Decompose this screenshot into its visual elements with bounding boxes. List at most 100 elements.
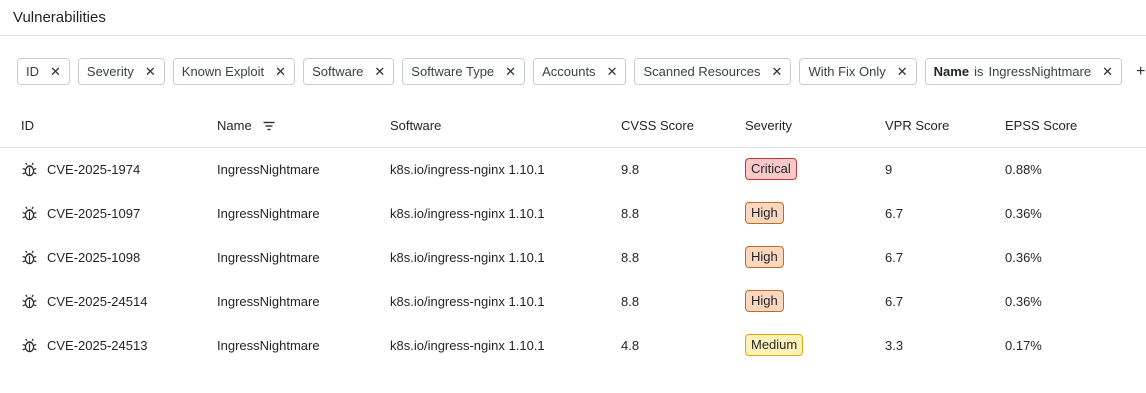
cve-id[interactable]: CVE-2025-1098	[47, 250, 140, 265]
cell-epss: 0.17%	[1005, 337, 1042, 353]
bug-icon	[22, 206, 37, 220]
table-header-row: ID Name Software CVSS Score Severity VPR…	[0, 104, 1146, 147]
table-body: CVE-2025-1974 IngressNightmare k8s.io/ingr…	[0, 147, 1146, 367]
cell-id: CVE-2025-1974	[0, 147, 217, 191]
filter-key: Name	[933, 64, 970, 79]
cell-severity: High	[745, 279, 885, 323]
cell-name: IngressNightmare	[217, 249, 320, 265]
cell-epss: 0.36%	[1005, 249, 1042, 265]
bug-icon	[22, 250, 37, 264]
cve-id[interactable]: CVE-2025-24513	[47, 338, 147, 353]
close-icon[interactable]: ✕	[505, 65, 516, 78]
cell-name: IngressNightmare	[217, 205, 320, 221]
close-icon[interactable]: ✕	[897, 65, 908, 78]
close-icon[interactable]: ✕	[1102, 65, 1113, 78]
cell-vpr: 9	[885, 161, 893, 177]
severity-badge: Medium	[745, 334, 804, 356]
filter-chip-label: With Fix Only	[808, 64, 886, 79]
severity-badge: High	[745, 290, 784, 312]
cell-id: CVE-2025-24514	[0, 279, 217, 323]
column-header-id[interactable]: ID	[0, 104, 217, 147]
cell-vpr: 6.7	[885, 205, 904, 221]
column-header-name-label: Name	[217, 117, 252, 133]
cell-cvss: 8.8	[621, 293, 640, 309]
filter-chip[interactable]: Accounts ✕	[533, 58, 627, 85]
cell-vpr: 3.3	[885, 337, 904, 353]
filter-chip[interactable]: Scanned Resources ✕	[634, 58, 792, 85]
cell-cvss: 9.8	[621, 161, 640, 177]
page-header: Vulnerabilities	[0, 0, 1146, 36]
close-icon[interactable]: ✕	[145, 65, 156, 78]
close-icon[interactable]: ✕	[772, 65, 783, 78]
cell-severity: High	[745, 191, 885, 235]
cve-id[interactable]: CVE-2025-24514	[47, 294, 147, 309]
plus-icon[interactable]: +	[1136, 63, 1145, 81]
cell-cvss: 4.8	[621, 337, 640, 353]
table-row[interactable]: CVE-2025-1097 IngressNightmare k8s.io/ingr…	[0, 191, 1146, 235]
severity-badge: High	[745, 202, 784, 224]
cell-epss: 0.36%	[1005, 293, 1042, 309]
cell-software: k8s.io/ingress-nginx 1.10.1	[390, 337, 545, 353]
filter-chip[interactable]: ID ✕	[17, 58, 70, 85]
cell-cvss: 8.8	[621, 205, 640, 221]
cell-software: k8s.io/ingress-nginx 1.10.1	[390, 293, 545, 309]
filter-chip[interactable]: With Fix Only ✕	[799, 58, 917, 85]
cell-name: IngressNightmare	[217, 161, 320, 177]
filter-chip[interactable]: Software ✕	[303, 58, 395, 85]
filter-chip-label: Software	[312, 64, 364, 79]
vulnerabilities-table: ID Name Software CVSS Score Severity VPR…	[0, 104, 1146, 367]
column-header-cvss[interactable]: CVSS Score	[621, 104, 745, 147]
bug-icon	[22, 294, 37, 308]
filter-chip-label: Known Exploit	[181, 64, 265, 79]
cell-id: CVE-2025-1097	[0, 191, 217, 235]
cell-id: CVE-2025-1098	[0, 235, 217, 279]
column-header-vpr[interactable]: VPR Score	[885, 104, 1005, 147]
cell-vpr: 6.7	[885, 249, 904, 265]
cve-id[interactable]: CVE-2025-1097	[47, 206, 140, 221]
table-row[interactable]: CVE-2025-1974 IngressNightmare k8s.io/ingr…	[0, 147, 1146, 191]
cell-cvss: 8.8	[621, 249, 640, 265]
close-icon[interactable]: ✕	[374, 65, 385, 78]
bug-icon	[22, 162, 37, 177]
cell-vpr: 6.7	[885, 293, 904, 309]
filter-chip-label: Scanned Resources	[643, 64, 761, 79]
cell-name: IngressNightmare	[217, 293, 320, 309]
bug-icon	[22, 338, 37, 352]
filter-operator: is	[974, 64, 984, 79]
cell-software: k8s.io/ingress-nginx 1.10.1	[390, 249, 545, 265]
filter-chip-label: Severity	[86, 64, 134, 79]
column-header-name[interactable]: Name	[217, 104, 390, 147]
close-icon[interactable]: ✕	[275, 65, 286, 78]
page-title: Vulnerabilities	[13, 9, 106, 26]
filter-bar: ID ✕ Severity ✕ Known Exploit ✕ Software ✕ Softw…	[17, 58, 1145, 85]
filter-chip-label: Accounts	[542, 64, 596, 79]
filter-chip-label: ID	[26, 64, 39, 79]
filter-chip[interactable]: Software Type ✕	[402, 58, 526, 85]
cell-name: IngressNightmare	[217, 337, 320, 353]
filter-chip-label: Software Type	[411, 64, 495, 79]
cell-epss: 0.36%	[1005, 205, 1042, 221]
cell-software: k8s.io/ingress-nginx 1.10.1	[390, 205, 545, 221]
column-header-severity[interactable]: Severity	[745, 104, 885, 147]
filter-chip[interactable]: Known Exploit ✕	[172, 58, 296, 85]
cell-severity: Medium	[745, 323, 885, 367]
filter-chip[interactable]: Severity ✕	[77, 58, 165, 85]
table-row[interactable]: CVE-2025-24513 IngressNightmare k8s.io/ing…	[0, 323, 1146, 367]
cell-severity: Critical	[745, 147, 885, 191]
filter-value: IngressNightmare	[988, 64, 1092, 79]
column-header-software[interactable]: Software	[390, 104, 621, 147]
cell-severity: High	[745, 235, 885, 279]
column-header-epss[interactable]: EPSS Score	[1005, 104, 1146, 147]
cve-id[interactable]: CVE-2025-1974	[47, 162, 140, 177]
severity-badge: Critical	[745, 158, 797, 181]
severity-badge: High	[745, 246, 784, 268]
close-icon[interactable]: ✕	[50, 65, 61, 78]
table-row[interactable]: CVE-2025-1098 IngressNightmare k8s.io/ingr…	[0, 235, 1146, 279]
cell-id: CVE-2025-24513	[0, 323, 217, 367]
cell-software: k8s.io/ingress-nginx 1.10.1	[390, 161, 545, 177]
cell-epss: 0.88%	[1005, 161, 1042, 177]
table-row[interactable]: CVE-2025-24514 IngressNightmare k8s.io/ing…	[0, 279, 1146, 323]
filter-chip-name[interactable]: Name is IngressNightmare ✕	[924, 58, 1122, 85]
filter-lines-icon[interactable]	[263, 121, 275, 131]
close-icon[interactable]: ✕	[607, 65, 618, 78]
